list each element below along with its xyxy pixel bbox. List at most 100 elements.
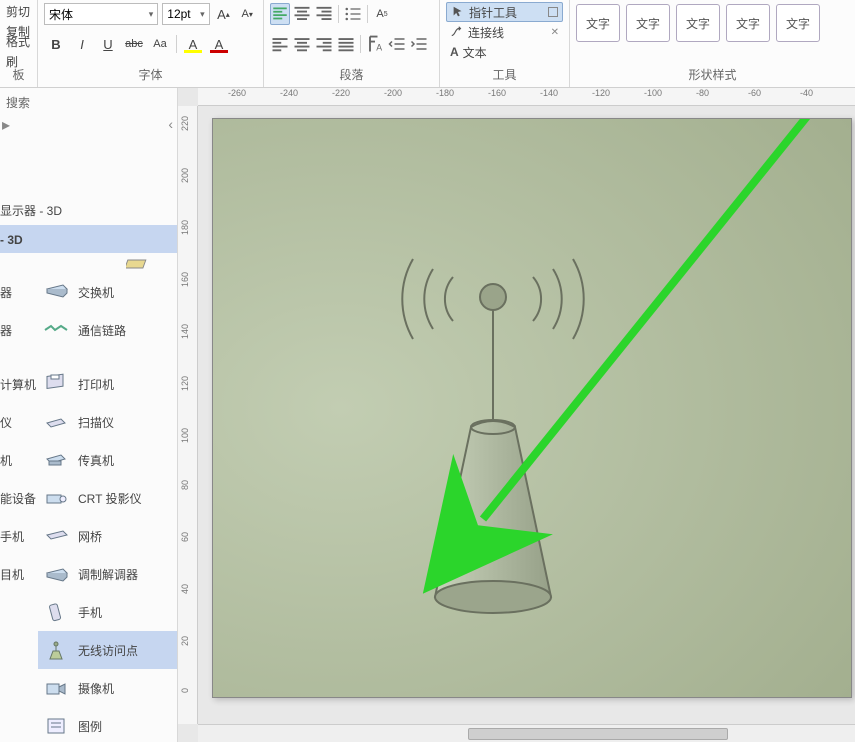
style-chip-4[interactable]: 文字: [726, 4, 770, 42]
align-right-button[interactable]: [314, 33, 334, 55]
bullet-list-button[interactable]: [343, 3, 363, 25]
underline-button[interactable]: U: [96, 33, 120, 55]
increase-font-button[interactable]: A▴: [214, 3, 234, 25]
shape-item-label: 无线访问点: [78, 642, 138, 659]
svg-text:A: A: [376, 42, 382, 52]
collapse-sidebar-button[interactable]: ‹: [168, 116, 173, 132]
strikethrough-button[interactable]: abc: [122, 33, 146, 55]
shape-item-label: 摄像机: [78, 680, 114, 697]
highlight-color-button[interactable]: A: [181, 33, 205, 55]
style-chip-2[interactable]: 文字: [626, 4, 670, 42]
sidebar-left-label[interactable]: 器: [0, 311, 38, 349]
shape-item-label: 交换机: [78, 284, 114, 301]
shape-icon: [42, 410, 70, 434]
shape-icon: [42, 448, 70, 472]
shape-icon: [42, 372, 70, 396]
align-top-center-button[interactable]: [292, 3, 312, 25]
sidebar-left-label[interactable]: 机: [0, 441, 38, 479]
shape-icon: [42, 714, 70, 738]
shape-icon: [42, 486, 70, 510]
font-color-button[interactable]: A: [207, 33, 231, 55]
shape-style-group-label: 形状样式: [576, 66, 849, 87]
shape-icon: [42, 318, 70, 342]
superscript-button[interactable]: A5: [372, 3, 392, 25]
chevron-down-icon: ▾: [149, 9, 154, 20]
text-tool-button[interactable]: A 文本: [446, 42, 563, 62]
scrollbar-thumb[interactable]: [468, 728, 728, 740]
sidebar-left-label[interactable]: 目机: [0, 555, 38, 593]
search-header[interactable]: 搜索: [0, 88, 177, 116]
shape-item-2[interactable]: 打印机: [38, 365, 177, 403]
horizontal-scrollbar[interactable]: [198, 724, 855, 742]
pointer-tool-button[interactable]: 指针工具: [446, 2, 563, 22]
shape-item-3[interactable]: 扫描仪: [38, 403, 177, 441]
sidebar-left-label[interactable]: 计算机: [0, 365, 38, 403]
decrease-indent-button[interactable]: [387, 33, 407, 55]
align-justify-button[interactable]: [336, 33, 356, 55]
shape-item-5[interactable]: CRT 投影仪: [38, 479, 177, 517]
shape-item-label: 打印机: [78, 376, 114, 393]
shape-icon: [42, 600, 70, 624]
shape-item-label: 手机: [78, 604, 102, 621]
shape-item-label: 图例: [78, 718, 102, 735]
shape-icon: [42, 676, 70, 700]
category-current-3d[interactable]: - 3D: [0, 225, 177, 253]
cut-button[interactable]: 剪切: [6, 2, 31, 22]
align-top-left-button[interactable]: [270, 3, 290, 25]
shape-item-11[interactable]: 图例: [38, 707, 177, 742]
format-painter-button[interactable]: 格式刷: [6, 42, 31, 62]
paragraph-group-label: 段落: [270, 66, 433, 87]
shape-item-label: 扫描仪: [78, 414, 114, 431]
shape-item-10[interactable]: 摄像机: [38, 669, 177, 707]
style-chip-1[interactable]: 文字: [576, 4, 620, 42]
shape-icon: [42, 524, 70, 548]
drawing-page[interactable]: [212, 118, 852, 698]
canvas-area[interactable]: -260-240-220-200-180-160-140-120-100-80-…: [178, 88, 855, 742]
font-family-select[interactable]: 宋体▾: [44, 3, 158, 25]
shape-item-1[interactable]: 通信链路: [38, 311, 177, 349]
shapes-sidebar: ‹ 搜索 ▸ 显示器 - 3D - 3D 器器计算机仪机能设备手机目机 交换机通…: [0, 88, 178, 742]
category-display-3d[interactable]: 显示器 - 3D: [0, 194, 177, 225]
connector-tool-button[interactable]: 连接线 ✕: [446, 22, 563, 42]
sidebar-left-label[interactable]: 能设备: [0, 479, 38, 517]
bold-button[interactable]: B: [44, 33, 68, 55]
sidebar-left-label[interactable]: 手机: [0, 517, 38, 555]
italic-button[interactable]: I: [70, 33, 94, 55]
tool-group: 指针工具 连接线 ✕ A 文本 工具: [440, 0, 570, 87]
shape-item-0[interactable]: 交换机: [38, 273, 177, 311]
align-top-right-button[interactable]: [314, 3, 334, 25]
shape-style-group: 文字 文字 文字 文字 文字 形状样式: [570, 0, 855, 87]
font-group: 宋体▾ 12pt▾ A▴ A▾ B I U abc Aa A A 字体: [38, 0, 264, 87]
shape-icon: [42, 638, 70, 662]
align-left-button[interactable]: [270, 33, 290, 55]
shape-item-label: 通信链路: [78, 322, 126, 339]
shape-item-4[interactable]: 传真机: [38, 441, 177, 479]
clipboard-group: 剪切 复制 格式刷 板: [0, 0, 38, 87]
vertical-ruler: 220200180160140120100806040200: [178, 106, 198, 724]
style-chip-5[interactable]: 文字: [776, 4, 820, 42]
shape-item-label: 网桥: [78, 528, 102, 545]
annotation-arrow: [213, 119, 853, 699]
style-chip-3[interactable]: 文字: [676, 4, 720, 42]
align-center-button[interactable]: [292, 33, 312, 55]
shape-item-9[interactable]: 无线访问点: [38, 631, 177, 669]
shape-icon: [42, 280, 70, 304]
clipboard-group-label: 板: [6, 66, 31, 87]
horizontal-ruler: -260-240-220-200-180-160-140-120-100-80-…: [198, 88, 855, 106]
change-case-button[interactable]: Aa: [148, 33, 172, 55]
shape-icon: [42, 562, 70, 586]
font-group-label: 字体: [44, 66, 257, 87]
decrease-font-button[interactable]: A▾: [237, 3, 257, 25]
font-size-select[interactable]: 12pt▾: [162, 3, 209, 25]
sidebar-left-label[interactable]: 仪: [0, 403, 38, 441]
text-direction-button[interactable]: A: [365, 33, 385, 55]
shape-item-8[interactable]: 手机: [38, 593, 177, 631]
ribbon: 剪切 复制 格式刷 板 宋体▾ 12pt▾ A▴ A▾ B I U abc: [0, 0, 855, 88]
paragraph-group: A5 A 段落: [264, 0, 440, 87]
sidebar-left-label[interactable]: 器: [0, 273, 38, 311]
increase-indent-button[interactable]: [409, 33, 429, 55]
shape-item-6[interactable]: 网桥: [38, 517, 177, 555]
chevron-right-icon: ▸: [2, 115, 10, 135]
shape-item-7[interactable]: 调制解调器: [38, 555, 177, 593]
chevron-down-icon: ▾: [200, 9, 205, 20]
